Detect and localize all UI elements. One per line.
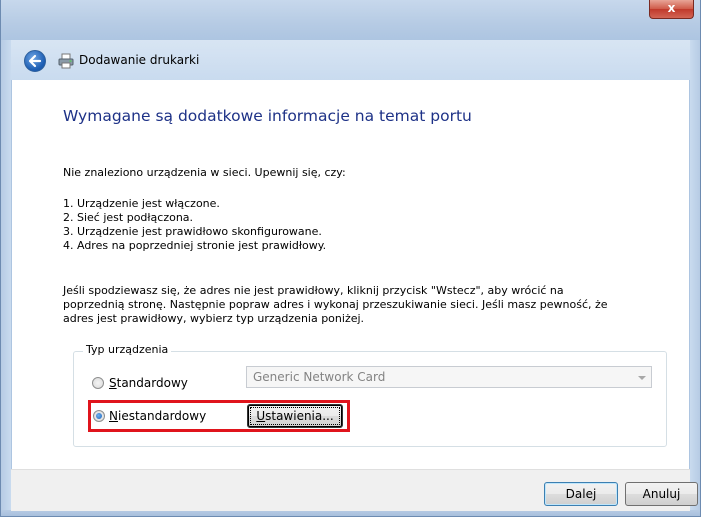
standard-radio-label[interactable]: Standardowy xyxy=(109,376,188,390)
device-type-combo[interactable]: Generic Network Card xyxy=(246,366,652,388)
window-frame-left xyxy=(1,40,11,510)
advice-line: Jeśli spodziewasz się, że adres nie jest… xyxy=(63,284,564,297)
window-frame-right xyxy=(690,40,700,510)
printer-icon xyxy=(58,53,74,69)
advice-line: poprzednią stronę. Następnie popraw adre… xyxy=(63,298,608,311)
page-heading: Wymagane są dodatkowe informacje na tema… xyxy=(63,107,472,125)
back-button[interactable] xyxy=(24,50,46,72)
intro-text: Nie znaleziono urządzenia w sieci. Upewn… xyxy=(63,166,346,179)
close-button[interactable]: x xyxy=(649,0,694,19)
close-icon: x xyxy=(667,1,676,15)
back-arrow-icon xyxy=(28,54,42,68)
add-printer-window: x Dodawanie drukarki Wymagane są dodatko… xyxy=(0,0,701,517)
standard-radio[interactable] xyxy=(92,377,104,389)
combo-value: Generic Network Card xyxy=(253,370,386,384)
title-bar xyxy=(1,0,700,40)
advice-line: adres jest prawidłowy, wybierz typ urząd… xyxy=(63,312,365,325)
checklist-item: 1. Urządzenie jest włączone. xyxy=(63,197,220,210)
standard-accesskey: S xyxy=(109,376,117,390)
chevron-down-icon xyxy=(638,376,646,380)
window-title: Dodawanie drukarki xyxy=(79,53,200,67)
checklist-item: 3. Urządzenie jest prawidłowo skonfiguro… xyxy=(63,225,322,238)
standard-label-rest: tandardowy xyxy=(116,376,188,390)
checklist-item: 4. Adres na poprzedniej stronie jest pra… xyxy=(63,239,327,252)
cancel-button[interactable]: Anuluj xyxy=(625,482,698,506)
next-button[interactable]: Dalej xyxy=(544,482,618,506)
device-type-legend: Typ urządzenia xyxy=(83,343,172,357)
highlight-box xyxy=(88,400,350,432)
checklist-item: 2. Sieć jest podłączona. xyxy=(63,211,194,224)
